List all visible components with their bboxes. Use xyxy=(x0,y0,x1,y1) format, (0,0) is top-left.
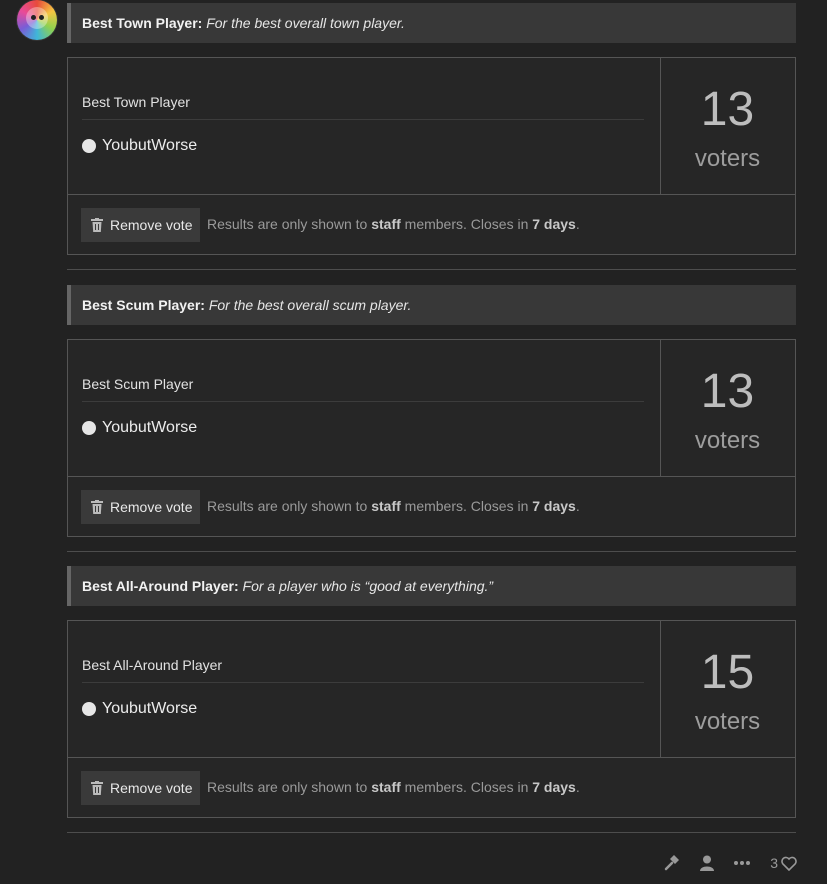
poll-box: Best Town Player YoubutWorse 13 voters R… xyxy=(67,57,796,255)
voter-count-label: voters xyxy=(694,427,761,454)
info-text: Results are only shown to xyxy=(207,216,372,232)
trash-icon xyxy=(91,218,103,232)
poll-heading-desc: For the best overall town player. xyxy=(206,15,405,31)
info-text: . xyxy=(575,779,580,795)
poll-separator xyxy=(67,551,796,552)
like-button[interactable]: 3 xyxy=(770,855,797,871)
poll-separator xyxy=(67,832,796,833)
more-button[interactable] xyxy=(734,861,751,865)
remove-vote-label: Remove vote xyxy=(110,780,193,796)
hammer-icon xyxy=(664,855,680,871)
poll-separator xyxy=(67,269,796,270)
poll-info: Results are only shown to staff members.… xyxy=(207,779,580,795)
poll-heading-title: Best All-Around Player: xyxy=(82,578,239,594)
poll-heading-title: Best Town Player: xyxy=(82,15,203,31)
voter-count-number: 13 xyxy=(700,83,755,136)
voter-count-number: 15 xyxy=(700,646,755,699)
like-count: 3 xyxy=(770,855,778,871)
poll-box: Best All-Around Player YoubutWorse 15 vo… xyxy=(67,620,796,818)
poll-heading: Best Scum Player: For the best overall s… xyxy=(67,285,796,325)
voter-count-label: voters xyxy=(694,708,761,735)
info-staff: staff xyxy=(371,779,401,795)
info-text: Results are only shown to xyxy=(207,779,372,795)
more-icon xyxy=(734,861,751,865)
poll-option[interactable]: YoubutWorse xyxy=(82,418,197,438)
poll-options: Best Scum Player YoubutWorse xyxy=(68,340,661,477)
poll-heading: Best Town Player: For the best overall t… xyxy=(67,3,796,43)
info-text: . xyxy=(575,216,580,232)
remove-vote-label: Remove vote xyxy=(110,217,193,233)
poll-options: Best Town Player YoubutWorse xyxy=(68,58,661,195)
remove-vote-button[interactable]: Remove vote xyxy=(81,771,200,805)
poll-heading-title: Best Scum Player: xyxy=(82,297,205,313)
poll-options: Best All-Around Player YoubutWorse xyxy=(68,621,661,758)
info-text: members. Closes in xyxy=(400,216,533,232)
remove-vote-button[interactable]: Remove vote xyxy=(81,490,200,524)
poll-option[interactable]: YoubutWorse xyxy=(82,136,197,156)
voter-count: 13 voters xyxy=(660,340,795,477)
info-staff: staff xyxy=(371,498,401,514)
info-text: Results are only shown to xyxy=(207,498,372,514)
option-label: YoubutWorse xyxy=(102,137,198,154)
divider xyxy=(82,119,644,120)
info-days: 7 days xyxy=(532,779,576,795)
info-text: . xyxy=(575,498,580,514)
info-text: members. Closes in xyxy=(400,779,533,795)
poll-heading: Best All-Around Player: For a player who… xyxy=(67,566,796,606)
voter-count: 13 voters xyxy=(660,58,795,195)
trash-icon xyxy=(91,781,103,795)
option-label: YoubutWorse xyxy=(102,419,198,436)
user-button[interactable] xyxy=(700,855,715,871)
radio-button[interactable] xyxy=(82,702,96,716)
divider xyxy=(82,682,644,683)
remove-vote-label: Remove vote xyxy=(110,499,193,515)
poll-option[interactable]: YoubutWorse xyxy=(82,699,197,719)
poll-footer: Remove vote Results are only shown to st… xyxy=(68,195,795,254)
poll-footer: Remove vote Results are only shown to st… xyxy=(68,477,795,536)
moderation-button[interactable] xyxy=(664,855,680,871)
post-actions: 3 xyxy=(644,852,797,874)
info-staff: staff xyxy=(371,216,401,232)
poll-heading-desc: For the best overall scum player. xyxy=(208,297,412,313)
poll-heading-desc: For a player who is “good at everything.… xyxy=(242,578,494,594)
poll-title: Best Town Player xyxy=(82,94,190,110)
option-label: YoubutWorse xyxy=(102,700,198,717)
info-days: 7 days xyxy=(532,216,576,232)
info-days: 7 days xyxy=(532,498,576,514)
radio-button[interactable] xyxy=(82,139,96,153)
trash-icon xyxy=(91,500,103,514)
poll-box: Best Scum Player YoubutWorse 13 voters R… xyxy=(67,339,796,537)
poll-footer: Remove vote Results are only shown to st… xyxy=(68,758,795,817)
poll-info: Results are only shown to staff members.… xyxy=(207,216,580,232)
radio-button[interactable] xyxy=(82,421,96,435)
user-icon xyxy=(700,855,715,871)
poll-title: Best All-Around Player xyxy=(82,657,223,673)
voter-count-number: 13 xyxy=(700,365,755,418)
voter-count-label: voters xyxy=(694,145,761,172)
divider xyxy=(82,401,644,402)
info-text: members. Closes in xyxy=(400,498,533,514)
poll-title: Best Scum Player xyxy=(82,376,194,392)
poll-info: Results are only shown to staff members.… xyxy=(207,498,580,514)
remove-vote-button[interactable]: Remove vote xyxy=(81,208,200,242)
heart-icon xyxy=(781,856,797,871)
user-avatar[interactable] xyxy=(17,0,57,40)
voter-count: 15 voters xyxy=(660,621,795,758)
